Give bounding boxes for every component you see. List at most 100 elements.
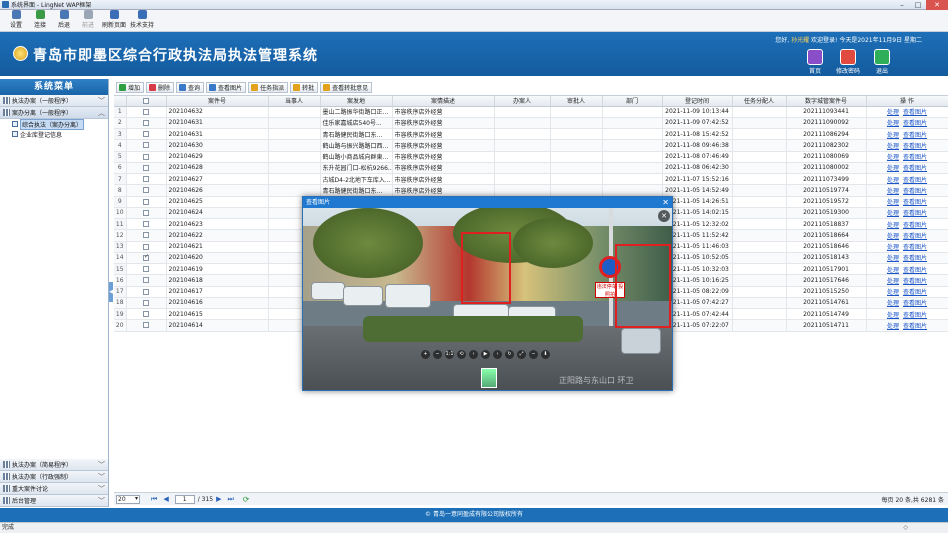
process-link[interactable]: 处理 xyxy=(887,312,899,319)
process-link[interactable]: 处理 xyxy=(887,199,899,206)
action-button-5[interactable]: 转批 xyxy=(290,81,319,93)
viewer-control-2[interactable]: 1:1 xyxy=(445,350,454,359)
process-link[interactable]: 处理 xyxy=(887,289,899,296)
toolbar-button-4[interactable]: 刷新页面 xyxy=(100,10,128,31)
viewer-control-0[interactable]: + xyxy=(421,350,430,359)
view-image-link[interactable]: 查看图片 xyxy=(903,222,927,229)
row-checkbox[interactable] xyxy=(143,142,149,149)
sidebar-item-1[interactable]: 企业库登记信息 xyxy=(0,129,108,139)
view-image-link[interactable]: 查看图片 xyxy=(903,233,927,240)
table-row[interactable]: 3 202104631 青石路健民街路口东... 市容秩序店外经营 2021-11-08… xyxy=(114,128,948,141)
row-checkbox[interactable] xyxy=(143,131,149,138)
view-image-link[interactable]: 查看图片 xyxy=(903,300,927,307)
view-image-link[interactable]: 查看图片 xyxy=(903,132,927,139)
row-checkbox[interactable] xyxy=(143,288,149,295)
process-link[interactable]: 处理 xyxy=(887,188,899,195)
toolbar-button-5[interactable]: 技术支持 xyxy=(128,10,156,31)
row-checkbox[interactable] xyxy=(143,153,149,160)
viewer-control-10[interactable]: ⬇ xyxy=(541,350,550,359)
row-checkbox[interactable] xyxy=(143,221,149,228)
table-row[interactable]: 5 202104629 鹤山路小商品城向群東... 市容秩序店外经营 2021-11-0… xyxy=(114,151,948,163)
viewer-control-3[interactable]: ⟲ xyxy=(457,350,466,359)
view-image-link[interactable]: 查看图片 xyxy=(903,289,927,296)
viewer-control-5[interactable]: ▶ xyxy=(481,350,490,359)
row-checkbox[interactable] xyxy=(143,243,149,250)
process-link[interactable]: 处理 xyxy=(887,210,899,217)
table-row[interactable]: 1 202104632 墨山二路振华街路口正... 市容秩序店外经营 2021-11-0… xyxy=(114,106,948,118)
row-checkbox[interactable] xyxy=(143,187,149,194)
view-image-link[interactable]: 查看图片 xyxy=(903,199,927,206)
view-image-link[interactable]: 查看图片 xyxy=(903,255,927,262)
toolbar-button-2[interactable]: 后退 xyxy=(52,10,76,31)
row-checkbox[interactable] xyxy=(143,299,149,306)
minimize-icon[interactable]: – xyxy=(894,0,910,10)
viewer-close-icon[interactable]: ✕ xyxy=(662,197,669,208)
action-button-6[interactable]: 查看转批意见 xyxy=(320,81,373,93)
row-checkbox[interactable] xyxy=(143,119,149,126)
process-link[interactable]: 处理 xyxy=(887,120,899,127)
view-image-link[interactable]: 查看图片 xyxy=(903,323,927,330)
view-image-link[interactable]: 查看图片 xyxy=(903,143,927,150)
toolbar-button-0[interactable]: 设置 xyxy=(4,10,28,31)
row-checkbox[interactable] xyxy=(143,253,149,261)
process-link[interactable]: 处理 xyxy=(887,278,899,285)
table-row[interactable]: 6 202104628 东升花园门口-松杭9266... 市容秩序店外经营 2021-1… xyxy=(114,162,948,175)
view-image-link[interactable]: 查看图片 xyxy=(903,244,927,251)
row-checkbox[interactable] xyxy=(143,277,149,284)
viewer-control-1[interactable]: − xyxy=(433,350,442,359)
viewer-control-7[interactable]: ↻ xyxy=(505,350,514,359)
sidebar-group-groups_bottom-3[interactable]: 后台管理 ﹀ xyxy=(0,495,108,507)
action-button-1[interactable]: 删除 xyxy=(146,81,175,93)
sidebar-group-groups_bottom-0[interactable]: 执法办案（简易程序） ﹀ xyxy=(0,459,108,471)
table-row[interactable]: 7 202104627 古城D4-2北地下车库入... 市容秩序店外经营 2021-11… xyxy=(114,173,948,186)
row-checkbox[interactable] xyxy=(143,322,149,329)
change-password-button[interactable]: 修改密码 xyxy=(836,49,860,75)
process-link[interactable]: 处理 xyxy=(887,109,899,116)
process-link[interactable]: 处理 xyxy=(887,165,899,172)
photo-close-icon[interactable]: ✕ xyxy=(658,210,670,222)
view-image-link[interactable]: 查看图片 xyxy=(903,165,927,172)
toolbar-button-3[interactable]: 前进 xyxy=(76,10,100,31)
viewer-control-4[interactable]: ‹ xyxy=(469,350,478,359)
view-image-link[interactable]: 查看图片 xyxy=(903,177,927,184)
logout-button[interactable]: 退出 xyxy=(871,49,893,75)
row-checkbox[interactable] xyxy=(143,266,149,273)
process-link[interactable]: 处理 xyxy=(887,222,899,229)
view-image-link[interactable]: 查看图片 xyxy=(903,267,927,274)
maximize-icon[interactable]: □ xyxy=(910,0,926,10)
action-button-2[interactable]: 查询 xyxy=(176,81,205,93)
action-button-4[interactable]: 任务指派 xyxy=(248,81,289,93)
sidebar-group-groups_top-0[interactable]: 执法办案（一般程序） ﹀ xyxy=(0,95,108,107)
view-image-link[interactable]: 查看图片 xyxy=(903,188,927,195)
view-image-link[interactable]: 查看图片 xyxy=(903,210,927,217)
refresh-icon[interactable]: ⟳ xyxy=(243,495,250,504)
view-image-link[interactable]: 查看图片 xyxy=(903,312,927,319)
process-link[interactable]: 处理 xyxy=(887,300,899,307)
process-link[interactable]: 处理 xyxy=(887,244,899,251)
viewer-control-8[interactable]: ⤢ xyxy=(517,350,526,359)
sidebar-group-groups_top-1[interactable]: 案办分离（一般程序） ︿ xyxy=(0,107,108,119)
page-number-input[interactable]: 1 xyxy=(174,494,195,504)
action-button-3[interactable]: 查看图片 xyxy=(206,81,247,93)
toolbar-button-1[interactable]: 连接 xyxy=(28,10,52,31)
next-page-icon[interactable]: ▶ xyxy=(216,495,221,503)
view-image-link[interactable]: 查看图片 xyxy=(903,120,927,127)
process-link[interactable]: 处理 xyxy=(887,132,899,139)
process-link[interactable]: 处理 xyxy=(887,233,899,240)
first-page-icon[interactable]: ⏮ xyxy=(151,495,157,504)
sidebar-collapse-toggle[interactable]: ◀ xyxy=(109,282,113,302)
home-button[interactable]: 首页 xyxy=(804,49,826,75)
close-icon[interactable]: ✕ xyxy=(926,0,948,10)
sidebar-group-groups_bottom-1[interactable]: 执法办案（行政强制） ﹀ xyxy=(0,471,108,483)
process-link[interactable]: 处理 xyxy=(887,267,899,274)
process-link[interactable]: 处理 xyxy=(887,177,899,184)
table-row[interactable]: 8 202104626 青石路健民街路口东... 市容秩序店外经营 2021-11-05… xyxy=(114,184,948,197)
view-image-link[interactable]: 查看图片 xyxy=(903,154,927,161)
action-button-0[interactable]: 增加 xyxy=(116,81,145,93)
view-image-link[interactable]: 查看图片 xyxy=(903,278,927,285)
row-checkbox[interactable] xyxy=(143,209,149,216)
prev-page-icon[interactable]: ◀ xyxy=(163,495,168,503)
sidebar-item-0[interactable]: 综合执法（案办分离） xyxy=(0,118,108,130)
process-link[interactable]: 处理 xyxy=(887,255,899,262)
process-link[interactable]: 处理 xyxy=(887,323,899,330)
